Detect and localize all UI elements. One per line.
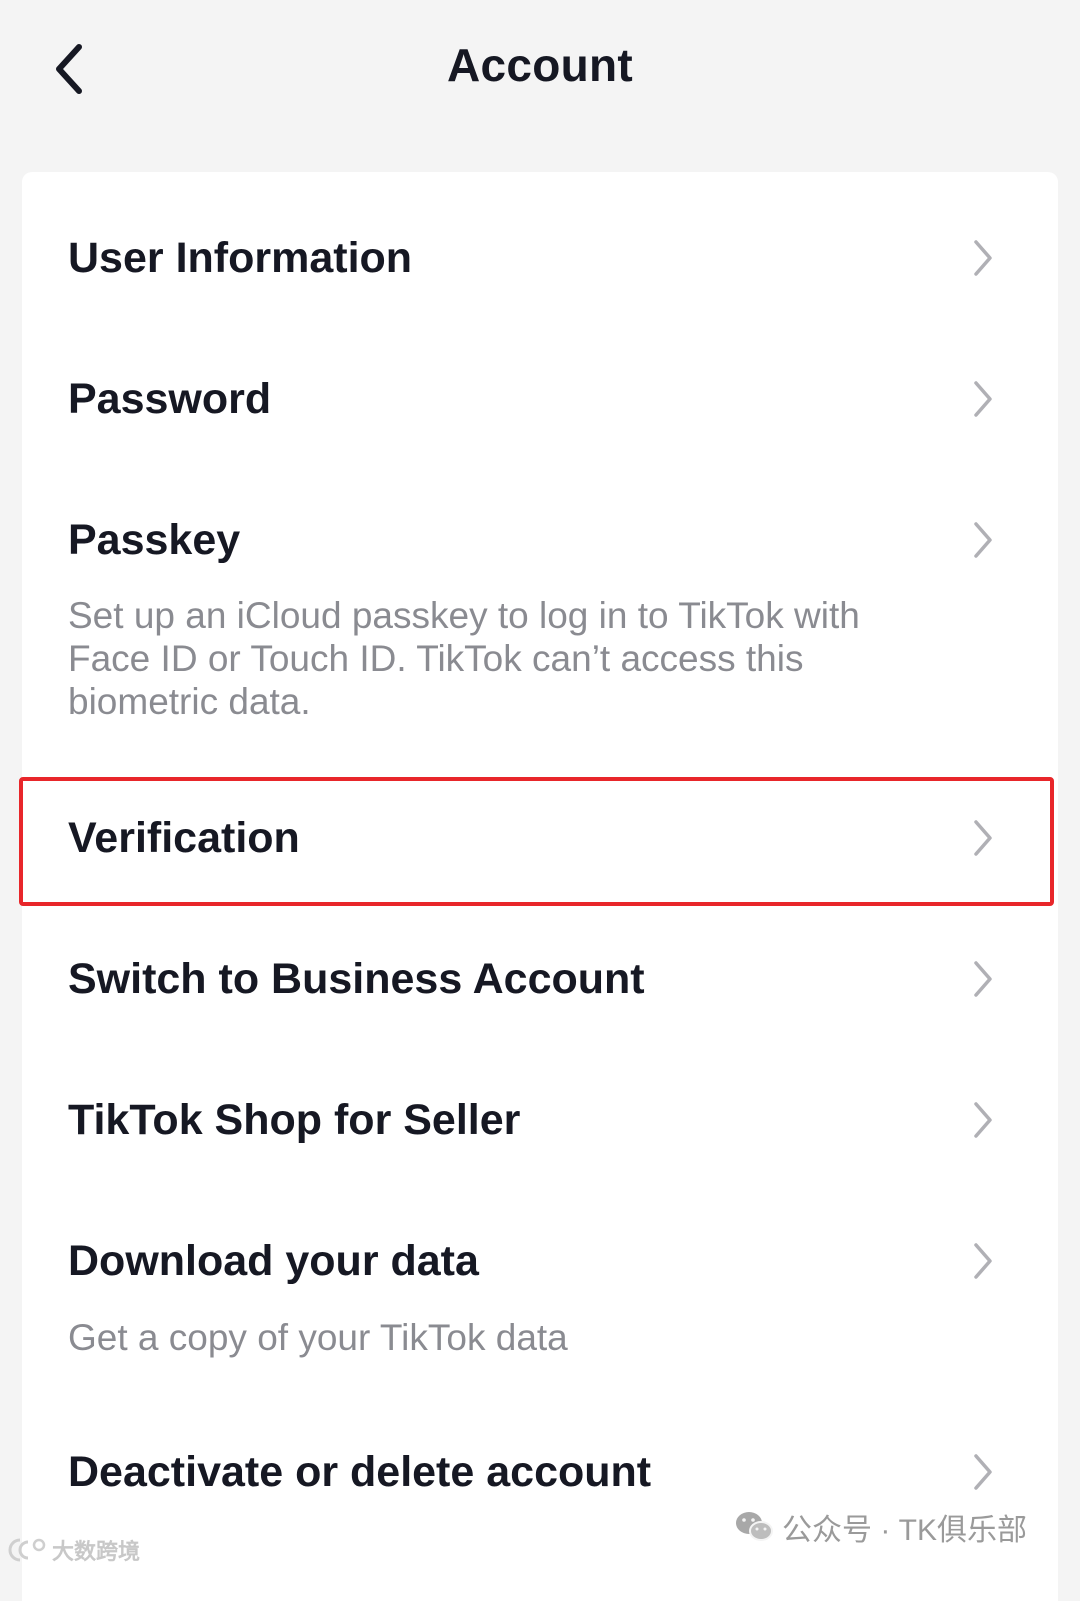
settings-item-description: Get a copy of your TikTok data xyxy=(68,1317,568,1358)
chevron-right-icon xyxy=(974,961,992,997)
chevron-right-icon xyxy=(974,381,992,417)
settings-item-title: Password xyxy=(68,375,272,423)
settings-item-download-your-data[interactable]: Download your data Get a copy of your Ti… xyxy=(22,1201,1058,1381)
chevron-right-icon xyxy=(974,1454,992,1490)
wechat-icon xyxy=(736,1512,773,1541)
settings-item-title: Download your data xyxy=(68,1237,479,1285)
settings-item-title: TikTok Shop for Seller xyxy=(68,1096,521,1144)
header-bar: Account xyxy=(0,0,1080,140)
settings-item-user-information[interactable]: User Information xyxy=(22,198,1058,318)
watermark-logo-text: 大数跨境 xyxy=(52,1539,141,1564)
settings-item-title: Passkey xyxy=(68,516,241,564)
settings-item-switch-to-business-account[interactable]: Switch to Business Account xyxy=(22,919,1058,1039)
settings-list: User Information Password Passkey Set up… xyxy=(22,172,1058,1601)
chevron-right-icon xyxy=(974,522,992,558)
chevron-right-icon xyxy=(974,240,992,276)
settings-item-tiktok-shop-for-seller[interactable]: TikTok Shop for Seller xyxy=(22,1060,1058,1180)
watermark-wechat-account: 公众号 · TK俱乐部 xyxy=(734,1505,1027,1549)
settings-item-title: Deactivate or delete account xyxy=(68,1448,652,1496)
logo-mark-icon xyxy=(8,1538,46,1562)
settings-item-title: Switch to Business Account xyxy=(68,955,645,1003)
page-title: Account xyxy=(446,39,634,91)
watermark-logo: 大数跨境 xyxy=(6,1532,140,1568)
watermark-text: 公众号 · TK俱乐部 xyxy=(782,1514,1027,1547)
settings-item-password[interactable]: Password xyxy=(22,339,1058,459)
settings-item-description: Set up an iCloud passkey to log in to Ti… xyxy=(68,595,860,722)
chevron-right-icon xyxy=(974,820,992,856)
chevron-right-icon xyxy=(974,1102,992,1138)
settings-item-title: User Information xyxy=(68,234,413,282)
settings-item-title: Verification xyxy=(68,814,300,862)
settings-item-verification[interactable]: Verification xyxy=(22,779,1058,899)
chevron-right-icon xyxy=(974,1243,992,1279)
settings-item-passkey[interactable]: Passkey Set up an iCloud passkey to log … xyxy=(22,480,1058,750)
